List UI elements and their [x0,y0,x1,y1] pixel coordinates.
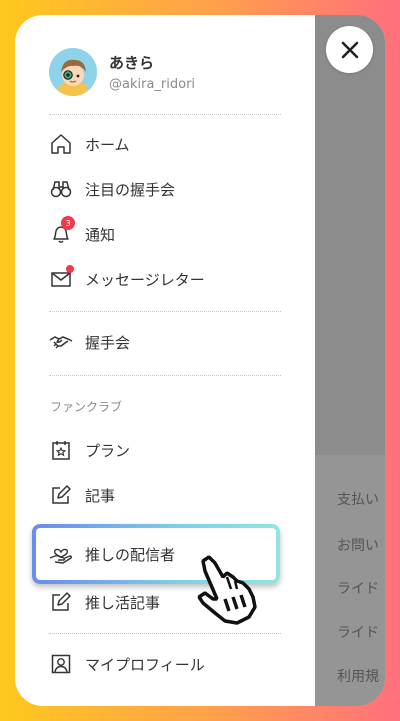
edit-icon [49,483,73,507]
menu-label-my-profile: マイプロフィール [85,655,205,674]
menu-label-articles: 記事 [85,486,116,505]
menu-item-articles[interactable]: 記事 [49,480,281,510]
background-menu-item: ライド [337,625,379,641]
profile-name: あきら [109,54,155,72]
background-menu-item: ライド [337,581,379,597]
background-menu-item: お問い [337,538,379,554]
close-button[interactable] [326,26,373,73]
menu-label-home: ホーム [85,135,130,154]
mail-icon [49,265,74,291]
profile-header[interactable]: あきら @akira_ridori [49,48,195,96]
divider [49,311,281,312]
menu-item-my-profile[interactable]: マイプロフィール [49,649,281,679]
heart-hand-icon [49,542,73,566]
close-icon [341,41,358,58]
menu-label-plans: プラン [85,441,131,460]
handshake-icon [49,330,73,354]
profile-handle: @akira_ridori [109,77,196,92]
binoculars-icon [49,177,73,201]
menu-label-oshi-streamers: 推しの配信者 [85,545,176,564]
background-top [315,15,385,455]
background-menu-item: 支払い [337,492,379,508]
message-dot-badge [66,265,74,273]
menu-item-plans[interactable]: プラン [49,435,281,465]
menu-label-messages: メッセージレター [85,270,205,289]
menu-label-notifications: 通知 [85,225,116,244]
hand-pointer-icon [197,555,257,625]
menu-item-handshake[interactable]: 握手会 [49,327,281,357]
menu-label-handshake: 握手会 [85,333,131,352]
divider [49,375,281,376]
divider [49,114,281,115]
menu-item-messages[interactable]: メッセージレター [49,264,281,294]
avatar [49,48,97,96]
profile-icon [49,652,73,676]
menu-label-featured: 注目の握手会 [85,180,176,199]
edit-icon [49,590,73,614]
menu-label-oshi-articles: 推し活記事 [85,593,161,612]
background-menu-item: 利用規 [337,669,379,685]
dimmed-background[interactable]: 支払い お問い ライド ライド 利用規 [315,15,385,706]
phone-frame: 支払い お問い ライド ライド 利用規 あきら @akira_ridori ホー… [15,15,385,706]
notification-badge: 3 [61,216,75,230]
side-drawer: あきら @akira_ridori ホーム 注目の握手会 3 通知 メッセージレ… [15,15,315,706]
menu-item-featured[interactable]: 注目の握手会 [49,174,281,204]
menu-item-notifications[interactable]: 3 通知 [49,216,281,249]
divider [49,633,281,634]
bell-icon: 3 [49,216,75,246]
menu-item-home[interactable]: ホーム [49,129,281,159]
section-title-fanclub: ファンクラブ [50,400,123,414]
home-icon [49,132,73,156]
calendar-star-icon [49,438,73,462]
